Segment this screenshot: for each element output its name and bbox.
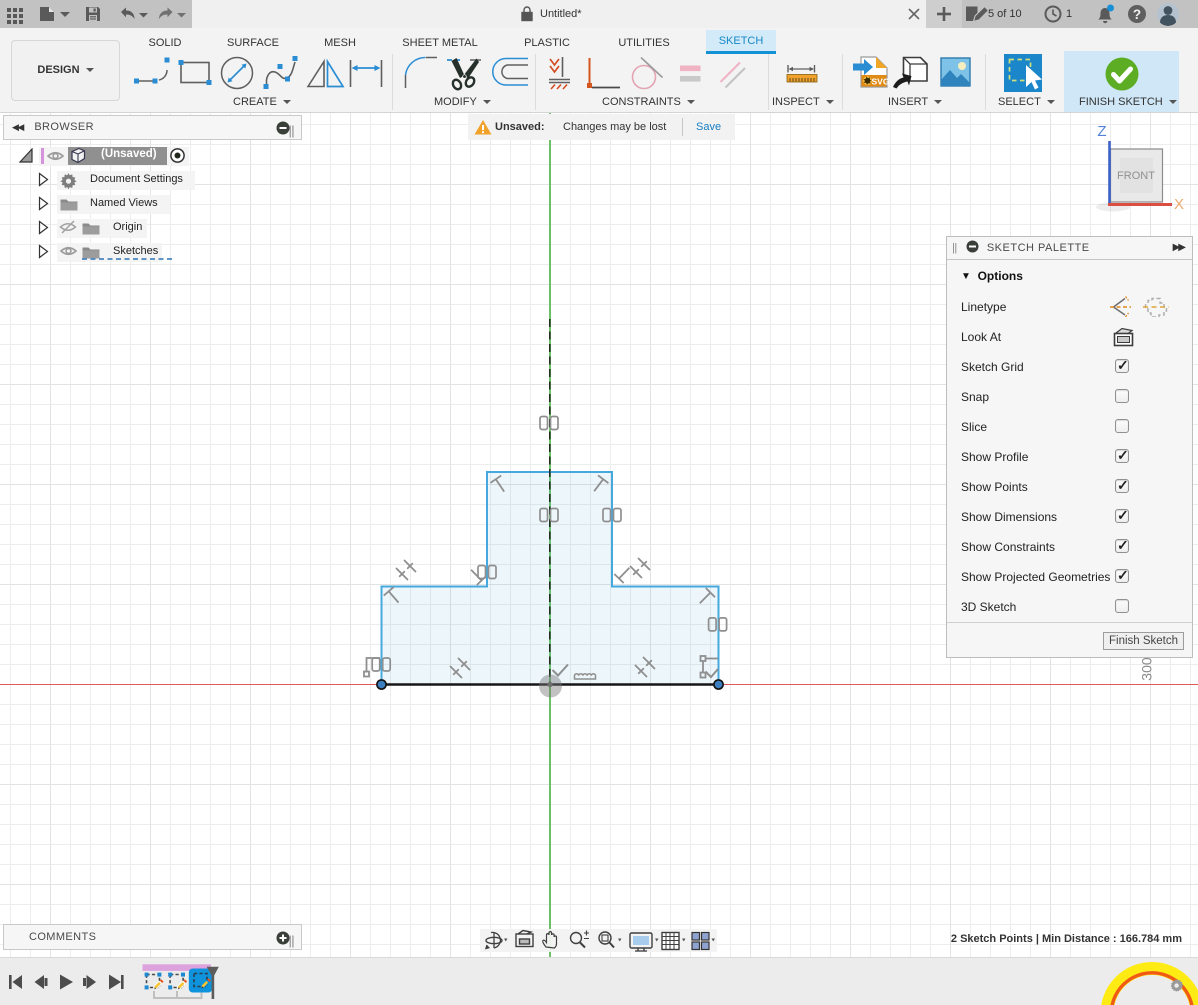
svg-text:SVG: SVG — [872, 77, 890, 87]
svg-text:FRONT: FRONT — [1117, 170, 1155, 182]
svg-text:X: X — [1174, 196, 1184, 213]
svg-text:?: ? — [1133, 7, 1141, 22]
svg-text:Z: Z — [1097, 123, 1106, 140]
